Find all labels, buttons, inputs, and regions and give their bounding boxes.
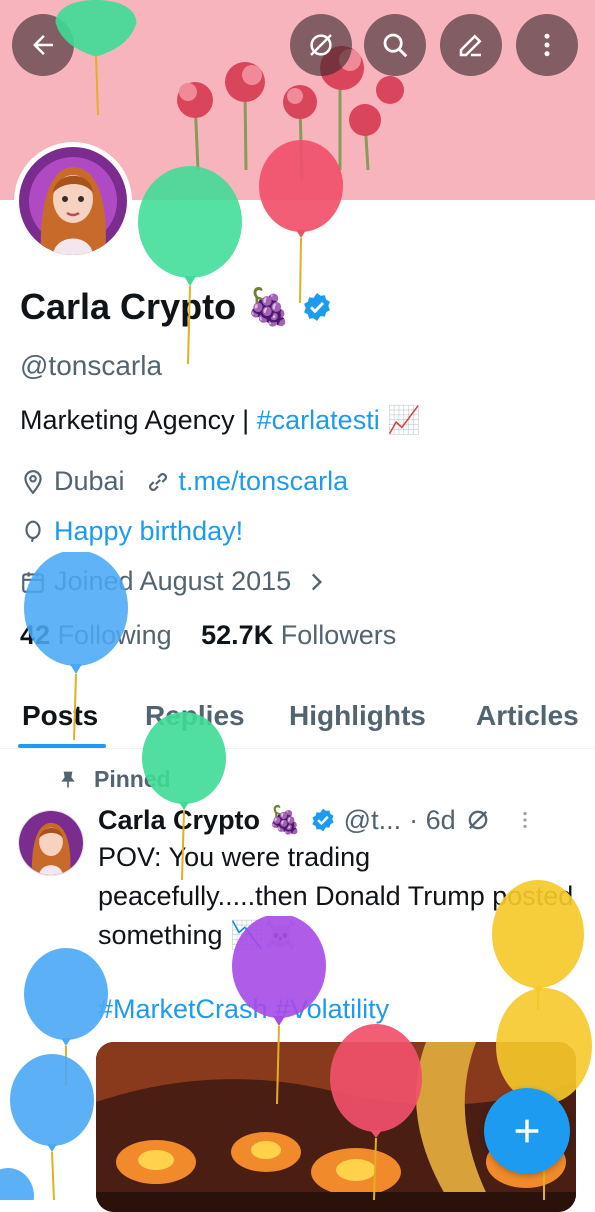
followers-label: Followers [280,620,397,650]
bio-hashtag-link[interactable]: #carlatesti [257,405,380,435]
green-balloon [55,0,137,116]
search-icon [383,33,408,58]
chart-up-emoji: 📈 [387,405,421,435]
red-balloon [330,1024,422,1200]
green-balloon [138,166,242,365]
avatar-illustration [19,147,127,255]
blue-balloon [24,552,128,741]
grok-icon [310,34,332,56]
more-vertical-icon [544,33,550,57]
search-button[interactable] [364,14,426,76]
avatar-illustration [19,811,83,875]
location-pin-icon [24,469,42,494]
compose-post-button[interactable] [484,1088,570,1174]
edit-icon [459,34,482,57]
link-icon [148,472,167,491]
birthday-row: Happy birthday! [20,516,243,547]
profile-bio: Marketing Agency | #carlatesti 📈 [20,404,421,436]
followers-link[interactable]: 52.7K Followers [201,620,396,650]
website-link[interactable]: t.me/tonscarla [179,466,349,497]
purple-balloon [232,916,326,1105]
green-balloon [142,712,226,881]
grapes-emoji: 🍇 [268,805,302,835]
followers-count: 52.7K [201,620,274,650]
pin-icon [61,771,75,787]
grok-button[interactable] [290,14,352,76]
blue-balloon [0,1168,34,1200]
plus-icon [515,1119,539,1143]
verified-badge-icon [312,808,334,832]
grok-icon[interactable] [464,806,492,834]
location-text: Dubai [54,466,125,496]
more-vertical-icon[interactable] [514,807,536,833]
post-time: · 6d [409,804,456,835]
tab-articles[interactable]: Articles [476,700,579,732]
chevron-right-icon [312,573,323,590]
profile-avatar[interactable] [14,142,132,260]
birthday-text[interactable]: Happy birthday! [54,516,243,547]
tab-highlights[interactable]: Highlights [289,700,426,732]
red-balloon [259,140,343,304]
more-button[interactable] [516,14,578,76]
active-tab-indicator [18,744,106,748]
bio-text: Marketing Agency | [20,405,257,435]
balloon-icon [25,520,41,542]
location-row: Dubai t.me/tonscarla [20,466,348,497]
edit-button[interactable] [440,14,502,76]
post-author-handle: @t... [343,804,402,835]
post-author-avatar[interactable] [18,810,84,876]
